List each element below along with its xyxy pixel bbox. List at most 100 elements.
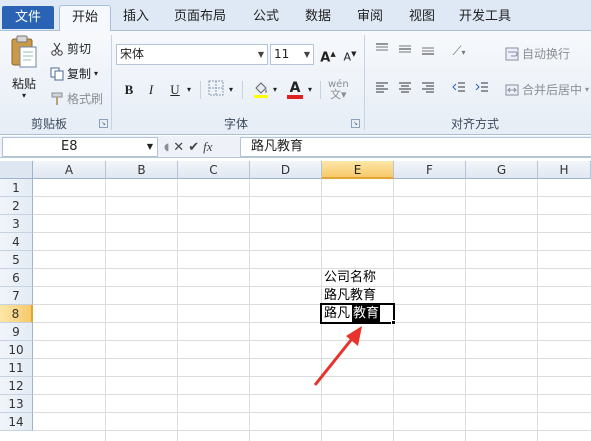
align-top-button[interactable] bbox=[372, 42, 392, 62]
underline-button[interactable]: U bbox=[165, 80, 185, 100]
font-name-value: 宋体 bbox=[120, 47, 145, 61]
row-header-1[interactable]: 1 bbox=[0, 179, 33, 197]
wrap-text-button[interactable]: 自动换行 bbox=[505, 45, 570, 62]
worksheet-grid[interactable]: A B C D E F G H 1 2 3 4 5 6 7 8 9 10 11 … bbox=[0, 161, 591, 441]
align-center-button[interactable] bbox=[395, 80, 415, 100]
name-box-value: E8 bbox=[61, 139, 78, 154]
row-header-2[interactable]: 2 bbox=[0, 197, 33, 215]
row-header-7[interactable]: 7 bbox=[0, 287, 33, 305]
tab-page-layout[interactable]: 页面布局 bbox=[164, 5, 236, 31]
row-header-8[interactable]: 8 bbox=[0, 305, 33, 323]
divider bbox=[111, 35, 112, 130]
row-header-13[interactable]: 13 bbox=[0, 395, 33, 413]
formula-bar: E8 ▼ ◖ ✕ ✔ fx 路凡教育 bbox=[0, 136, 591, 158]
row-header-5[interactable]: 5 bbox=[0, 251, 33, 269]
gridline bbox=[537, 179, 538, 441]
column-header-a[interactable]: A bbox=[33, 161, 106, 179]
align-right-button[interactable] bbox=[418, 80, 438, 100]
chevron-down-icon: ▼ bbox=[146, 142, 153, 151]
font-size-select[interactable]: 11 ▼ bbox=[270, 44, 314, 65]
align-left-button[interactable] bbox=[372, 80, 392, 100]
tab-file[interactable]: 文件 bbox=[2, 6, 54, 29]
font-color-dropdown-icon[interactable]: ▾ bbox=[305, 80, 315, 100]
row-header-4[interactable]: 4 bbox=[0, 233, 33, 251]
paintbrush-icon bbox=[51, 92, 63, 105]
column-header-e[interactable]: E bbox=[322, 161, 394, 179]
align-middle-button[interactable] bbox=[395, 42, 415, 62]
shrink-font-button[interactable]: A▼ bbox=[340, 44, 360, 64]
font-color-icon: A bbox=[289, 80, 301, 96]
increase-indent-button[interactable] bbox=[472, 80, 492, 100]
italic-button[interactable]: I bbox=[141, 80, 161, 100]
tab-developer[interactable]: 开发工具 bbox=[452, 5, 518, 31]
row-header-11[interactable]: 11 bbox=[0, 359, 33, 377]
fill-color-dropdown-icon[interactable]: ▾ bbox=[270, 80, 280, 100]
format-painter-label: 格式刷 bbox=[67, 92, 104, 106]
confirm-entry-icon[interactable]: ✔ bbox=[188, 140, 199, 155]
gridline bbox=[177, 179, 178, 441]
tab-formulas[interactable]: 公式 bbox=[244, 5, 288, 31]
tab-review[interactable]: 审阅 bbox=[348, 5, 392, 31]
tab-view[interactable]: 视图 bbox=[400, 5, 444, 31]
underline-dropdown-icon[interactable]: ▾ bbox=[184, 80, 194, 100]
cancel-entry-icon[interactable]: ✕ bbox=[173, 140, 184, 155]
gridline bbox=[105, 179, 106, 441]
tab-data[interactable]: 数据 bbox=[296, 5, 340, 31]
column-header-f[interactable]: F bbox=[394, 161, 466, 179]
borders-dropdown-icon[interactable]: ▾ bbox=[226, 80, 236, 100]
formula-input[interactable]: 路凡教育 bbox=[240, 137, 591, 157]
align-left-icon bbox=[376, 82, 388, 93]
fill-handle[interactable] bbox=[391, 320, 396, 325]
tab-home[interactable]: 开始 bbox=[59, 5, 111, 32]
gridline bbox=[33, 268, 591, 269]
row-header-12[interactable]: 12 bbox=[0, 377, 33, 395]
font-color-button[interactable]: A bbox=[285, 78, 305, 99]
insert-function-button[interactable]: fx bbox=[203, 139, 212, 155]
paste-button[interactable]: 粘贴 ▾ bbox=[6, 35, 42, 100]
font-name-select[interactable]: 宋体 ▼ bbox=[116, 44, 268, 65]
grow-font-button[interactable]: A▲ bbox=[318, 44, 338, 65]
row-header-3[interactable]: 3 bbox=[0, 215, 33, 233]
gridline bbox=[33, 250, 591, 251]
gridline bbox=[33, 304, 591, 305]
gridline bbox=[33, 214, 591, 215]
gridline bbox=[33, 232, 591, 233]
bold-button[interactable]: B bbox=[119, 80, 139, 100]
tab-insert[interactable]: 插入 bbox=[114, 5, 158, 31]
select-all-corner[interactable] bbox=[0, 161, 33, 179]
align-bottom-icon bbox=[422, 47, 434, 55]
scissors-icon bbox=[51, 42, 63, 56]
gridline bbox=[33, 430, 591, 431]
phonetic-button[interactable]: wén 文▾ bbox=[328, 80, 349, 101]
wrap-text-label: 自动换行 bbox=[522, 47, 571, 61]
decrease-indent-button[interactable] bbox=[449, 80, 469, 100]
row-header-10[interactable]: 10 bbox=[0, 341, 33, 359]
copy-button[interactable]: 复制 ▾ bbox=[50, 65, 98, 82]
formula-buttons: ◖ ✕ ✔ fx bbox=[162, 137, 240, 157]
arrow-shaft bbox=[313, 334, 357, 386]
paint-bucket-icon bbox=[254, 82, 268, 98]
column-header-g[interactable]: G bbox=[466, 161, 538, 179]
column-header-b[interactable]: B bbox=[106, 161, 178, 179]
resize-handle-icon[interactable]: ◖ bbox=[164, 142, 169, 153]
row-header-14[interactable]: 14 bbox=[0, 413, 33, 431]
align-right-icon bbox=[422, 82, 434, 93]
cut-button[interactable]: 剪切 bbox=[50, 40, 91, 57]
name-box[interactable]: E8 ▼ bbox=[2, 137, 158, 157]
column-header-d[interactable]: D bbox=[250, 161, 322, 179]
row-header-9[interactable]: 9 bbox=[0, 323, 33, 341]
fill-color-button[interactable] bbox=[251, 80, 271, 100]
paste-icon bbox=[11, 35, 37, 68]
orientation-button[interactable]: ⟋▾ bbox=[449, 42, 469, 62]
merge-center-button[interactable]: 合并后居中 ▾ bbox=[505, 81, 589, 98]
row-header-6[interactable]: 6 bbox=[0, 269, 33, 287]
cell-e6[interactable]: 公司名称 bbox=[323, 269, 376, 287]
column-header-h[interactable]: H bbox=[538, 161, 591, 179]
clipboard-launcher-icon[interactable]: ↘ bbox=[99, 119, 108, 128]
align-bottom-button[interactable] bbox=[418, 42, 438, 62]
column-header-c[interactable]: C bbox=[178, 161, 250, 179]
divider bbox=[242, 81, 243, 99]
format-painter-button[interactable]: 格式刷 bbox=[50, 90, 103, 107]
font-launcher-icon[interactable]: ↘ bbox=[351, 119, 360, 128]
borders-button[interactable] bbox=[206, 80, 226, 100]
